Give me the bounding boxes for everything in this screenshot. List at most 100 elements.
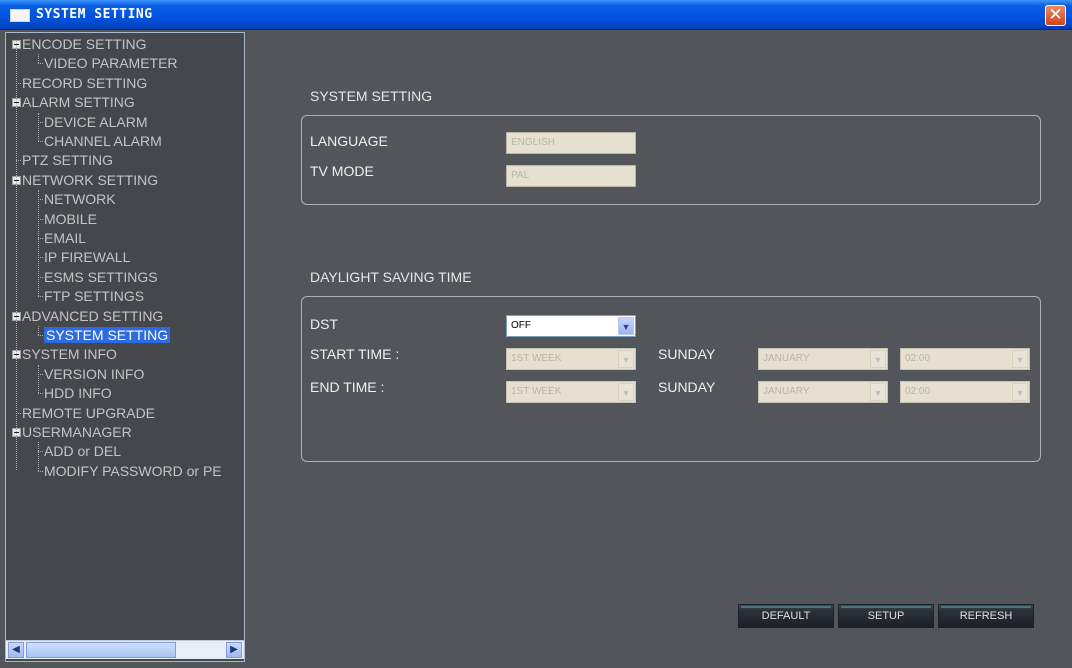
start-time-value: 02:00 xyxy=(905,353,931,364)
language-field[interactable]: ENGLISH xyxy=(506,132,636,154)
start-time-label: START TIME : xyxy=(310,346,400,362)
dst-select-value: OFF xyxy=(511,320,531,331)
tree-item-ptz-setting[interactable]: PTZ SETTING xyxy=(22,151,113,169)
dst-title: DAYLIGHT SAVING TIME xyxy=(310,269,472,285)
tree-connector xyxy=(38,470,43,472)
tree-item-label: ADVANCED SETTING xyxy=(22,307,164,324)
tree-connector xyxy=(38,63,43,65)
chevron-down-icon: ▼ xyxy=(618,383,634,401)
window-title: SYSTEM SETTING xyxy=(36,7,153,22)
tree-item-label: ALARM SETTING xyxy=(22,94,135,111)
scroll-right-icon[interactable]: ▶ xyxy=(226,642,242,658)
tree-item-add-or-del[interactable]: ADD or DEL xyxy=(44,442,121,460)
tree-item-label: NETWORK xyxy=(44,191,116,208)
start-week-value: 1ST WEEK xyxy=(511,353,562,364)
tree-connector xyxy=(38,296,43,298)
tree-item-label: SYSTEM INFO xyxy=(22,346,117,363)
tree-item-ftp-settings[interactable]: FTP SETTINGS xyxy=(44,287,144,305)
chevron-down-icon[interactable]: ▼ xyxy=(618,317,634,335)
tree-item-encode-setting[interactable]: ENCODE SETTING xyxy=(22,35,146,53)
tree-item-label: ENCODE SETTING xyxy=(22,36,147,52)
tree-item-video-parameter[interactable]: VIDEO PARAMETER xyxy=(44,54,178,72)
tree-item-label: MOBILE xyxy=(44,210,97,227)
system-setting-title: SYSTEM SETTING xyxy=(310,88,433,104)
system-setting-group xyxy=(301,115,1041,205)
tree-connector xyxy=(38,326,39,335)
end-day-label: SUNDAY xyxy=(658,379,716,395)
refresh-button[interactable]: REFRESH xyxy=(938,604,1034,628)
end-week-select[interactable]: 1ST WEEK ▼ xyxy=(506,381,636,403)
tree-item-esms-settings[interactable]: ESMS SETTINGS xyxy=(44,268,158,286)
tree-connector xyxy=(38,442,39,471)
chevron-down-icon: ▼ xyxy=(870,383,886,401)
tree-item-alarm-setting[interactable]: ALARM SETTING xyxy=(22,93,135,111)
tree-item-label: RECORD SETTING xyxy=(22,74,148,91)
tree-connector xyxy=(38,335,43,336)
tree-item-email[interactable]: EMAIL xyxy=(44,229,86,247)
tree-horizontal-scrollbar[interactable]: ◀ ▶ xyxy=(6,640,244,659)
tree-item-label: REMOTE UPGRADE xyxy=(22,404,156,421)
tree-item-label: USERMANAGER xyxy=(22,424,132,440)
tree-item-usermanager[interactable]: USERMANAGER xyxy=(22,423,132,441)
start-day-label: SUNDAY xyxy=(658,346,716,362)
tree-item-network-setting[interactable]: NETWORK SETTING xyxy=(22,171,158,189)
scroll-thumb[interactable] xyxy=(26,642,176,658)
tree-item-label: ESMS SETTINGS xyxy=(44,268,158,285)
tree-item-label: VERSION INFO xyxy=(44,365,145,382)
chevron-down-icon: ▼ xyxy=(1012,350,1028,368)
tree-item-label: ADD or DEL xyxy=(44,443,122,460)
end-week-value: 1ST WEEK xyxy=(511,386,562,397)
tree-item-remote-upgrade[interactable]: REMOTE UPGRADE xyxy=(22,404,155,422)
tree-item-label: MODIFY PASSWORD or PE xyxy=(44,462,222,479)
tree-item-label: DEVICE ALARM xyxy=(44,113,148,130)
chevron-down-icon: ▼ xyxy=(618,350,634,368)
dst-label: DST xyxy=(310,316,338,332)
tree-connector xyxy=(16,41,17,470)
tree-item-label: EMAIL xyxy=(44,230,87,246)
tree-item-advanced-setting[interactable]: ADVANCED SETTING xyxy=(22,307,163,325)
tree-item-modify-password-or-pe[interactable]: MODIFY PASSWORD or PE xyxy=(44,462,222,480)
end-time-value: 02:00 xyxy=(905,386,931,397)
tree-item-ip-firewall[interactable]: IP FIREWALL xyxy=(44,248,130,266)
tree-connector xyxy=(38,190,39,297)
title-bar: SYSTEM SETTING ✕ xyxy=(0,0,1072,30)
tree-item-label: FTP SETTINGS xyxy=(44,288,145,305)
chevron-down-icon: ▼ xyxy=(1012,383,1028,401)
tree-connector xyxy=(38,54,39,64)
setup-button[interactable]: SETUP xyxy=(838,604,934,628)
tree-item-label: HDD INFO xyxy=(44,385,112,402)
tree-item-network[interactable]: NETWORK xyxy=(44,190,116,208)
tree-item-label: VIDEO PARAMETER xyxy=(44,55,178,72)
end-month-select[interactable]: JANUARY ▼ xyxy=(758,381,888,403)
tree-item-device-alarm[interactable]: DEVICE ALARM xyxy=(44,113,147,131)
tree-item-hdd-info[interactable]: HDD INFO xyxy=(44,384,112,402)
tree-item-system-info[interactable]: SYSTEM INFO xyxy=(22,345,117,363)
tree-item-record-setting[interactable]: RECORD SETTING xyxy=(22,74,147,92)
default-button[interactable]: DEFAULT xyxy=(738,604,834,628)
tree-item-version-info[interactable]: VERSION INFO xyxy=(44,365,144,383)
tree-item-channel-alarm[interactable]: CHANNEL ALARM xyxy=(44,132,162,150)
end-month-value: JANUARY xyxy=(763,386,810,397)
settings-tree: ENCODE SETTING VIDEO PARAMETER RECORD SETT… xyxy=(5,32,245,662)
dst-select[interactable]: OFF ▼ xyxy=(506,315,636,337)
start-week-select[interactable]: 1ST WEEK ▼ xyxy=(506,348,636,370)
end-time-select[interactable]: 02:00 ▼ xyxy=(900,381,1030,403)
tree-item-label: SYSTEM SETTING xyxy=(44,327,171,343)
tree-item-label: NETWORK SETTING xyxy=(22,171,159,188)
tree-connector xyxy=(38,393,43,395)
window-icon xyxy=(10,9,30,22)
start-month-value: JANUARY xyxy=(763,353,810,364)
start-month-select[interactable]: JANUARY ▼ xyxy=(758,348,888,370)
chevron-down-icon: ▼ xyxy=(870,350,886,368)
tree-item-system-setting[interactable]: SYSTEM SETTING xyxy=(44,326,171,344)
start-time-select[interactable]: 02:00 ▼ xyxy=(900,348,1030,370)
end-time-label: END TIME : xyxy=(310,379,385,395)
tv-mode-field[interactable]: PAL xyxy=(506,165,636,187)
main-panel: SYSTEM SETTING LANGUAGE ENGLISH TV MODE … xyxy=(246,32,1068,662)
close-button[interactable]: ✕ xyxy=(1045,5,1066,26)
tree-item-mobile[interactable]: MOBILE xyxy=(44,210,97,228)
tree-connector xyxy=(38,364,39,394)
scroll-left-icon[interactable]: ◀ xyxy=(8,642,24,658)
tree-item-label: CHANNEL ALARM xyxy=(44,133,162,149)
tree-connector xyxy=(38,141,43,142)
